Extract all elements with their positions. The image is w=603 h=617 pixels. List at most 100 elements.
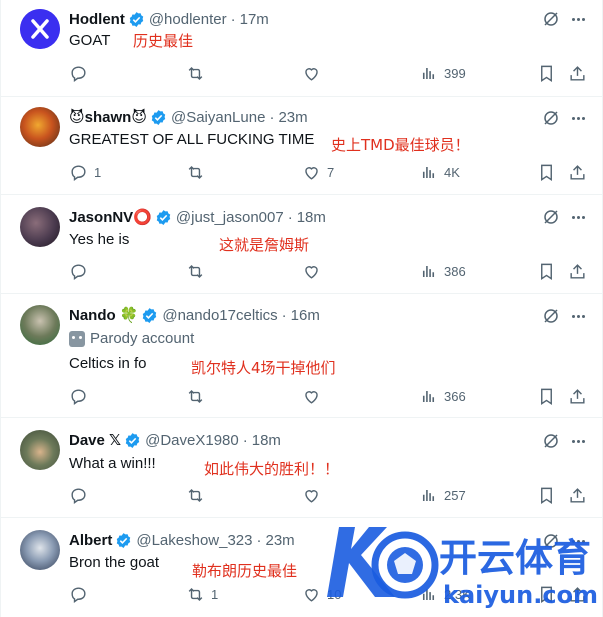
heart-icon bbox=[305, 67, 318, 81]
retweet-button[interactable] bbox=[186, 62, 211, 84]
views-button[interactable]: 4K bbox=[419, 161, 460, 183]
retweet-icon bbox=[188, 587, 203, 601]
translation-annotation: 史上TMD最佳球员！ bbox=[331, 136, 470, 154]
display-name[interactable]: Hodlent bbox=[69, 11, 125, 28]
more-options-icon[interactable] bbox=[569, 109, 587, 127]
grok-icon[interactable] bbox=[542, 208, 560, 226]
retweet-button[interactable] bbox=[186, 161, 211, 183]
view-count: 386 bbox=[444, 263, 466, 279]
display-name[interactable]: Nando bbox=[69, 307, 116, 324]
more-options-icon[interactable] bbox=[569, 432, 587, 450]
more-options-icon[interactable] bbox=[569, 208, 587, 226]
like-button[interactable] bbox=[302, 484, 327, 506]
share-icon bbox=[570, 164, 585, 180]
reply-button[interactable] bbox=[69, 583, 94, 605]
tweet-header: Hodlent @hodlenter · 17m bbox=[69, 9, 269, 29]
handle[interactable]: @just_jason007 bbox=[176, 209, 284, 226]
bookmark-button[interactable] bbox=[537, 161, 556, 183]
display-name[interactable]: JasonNV bbox=[69, 209, 133, 226]
retweet-icon bbox=[188, 488, 203, 502]
avatar[interactable] bbox=[20, 530, 60, 570]
display-name[interactable]: Albert bbox=[69, 532, 112, 549]
reply-button[interactable] bbox=[69, 484, 94, 506]
reply-button[interactable]: 1 bbox=[69, 161, 101, 183]
timestamp[interactable]: 16m bbox=[291, 307, 320, 324]
tweet[interactable]: Dave 𝕏 @DaveX1980 · 18m What a win!!! 如此… bbox=[1, 418, 602, 518]
retweet-button[interactable] bbox=[186, 484, 211, 506]
timestamp[interactable]: 18m bbox=[297, 209, 326, 226]
separator-dot: · bbox=[269, 108, 275, 126]
heart-icon bbox=[305, 588, 318, 602]
bookmark-button[interactable] bbox=[537, 62, 556, 84]
grok-icon[interactable] bbox=[542, 10, 560, 28]
views-button[interactable]: 386 bbox=[419, 260, 466, 282]
views-button[interactable]: 257 bbox=[419, 484, 466, 506]
separator-dot: · bbox=[281, 306, 287, 324]
retweet-button[interactable] bbox=[186, 260, 211, 282]
share-button[interactable] bbox=[568, 62, 587, 84]
share-icon bbox=[570, 65, 585, 81]
like-button[interactable] bbox=[302, 260, 327, 282]
tweet[interactable]: JasonNV ⭕ @just_jason007 · 18m Yes he is… bbox=[1, 195, 602, 294]
bookmark-button[interactable] bbox=[537, 260, 556, 282]
timestamp[interactable]: 17m bbox=[240, 11, 269, 28]
bookmark-button[interactable] bbox=[537, 385, 556, 407]
display-name[interactable]: shawn bbox=[85, 109, 132, 126]
handle[interactable]: @Lakeshow_323 bbox=[136, 532, 252, 549]
translation-annotation: 勒布朗历史最佳 bbox=[192, 562, 298, 580]
tweet-text: Bron the goat bbox=[69, 554, 160, 571]
tweet-header: 😈 shawn 😈 @SaiyanLune · 23m bbox=[69, 107, 308, 127]
tweet[interactable]: Nando 🍀 @nando17celtics · 16m Parody acc… bbox=[1, 294, 602, 418]
handle[interactable]: @DaveX1980 bbox=[145, 432, 239, 449]
handle[interactable]: @SaiyanLune bbox=[171, 109, 265, 126]
avatar[interactable] bbox=[20, 207, 60, 247]
reply-button[interactable] bbox=[69, 62, 94, 84]
share-button[interactable] bbox=[568, 484, 587, 506]
avatar[interactable] bbox=[20, 305, 60, 345]
reply-icon bbox=[71, 487, 86, 504]
display-name[interactable]: Dave 𝕏 bbox=[69, 431, 121, 449]
name-emoji-left: 😈 bbox=[69, 109, 85, 126]
tweet[interactable]: 😈 shawn 😈 @SaiyanLune · 23m GREATEST OF … bbox=[1, 97, 602, 195]
more-options-icon[interactable] bbox=[569, 307, 587, 325]
timestamp[interactable]: 23m bbox=[278, 109, 307, 126]
tweet-header: JasonNV ⭕ @just_jason007 · 18m bbox=[69, 207, 326, 227]
more-options-icon[interactable] bbox=[569, 10, 587, 28]
reply-button[interactable] bbox=[69, 260, 94, 282]
view-count: 4K bbox=[444, 164, 460, 180]
retweet-button[interactable] bbox=[186, 385, 211, 407]
translation-annotation: 凯尔特人4场干掉他们 bbox=[191, 359, 336, 377]
verified-badge-icon bbox=[125, 432, 140, 448]
timestamp[interactable]: 23m bbox=[265, 532, 294, 549]
tweet[interactable]: Hodlent @hodlenter · 17m GOAT 历史最佳 399 bbox=[1, 0, 602, 97]
handle[interactable]: @hodlenter bbox=[149, 11, 227, 28]
retweet-button[interactable]: 1 bbox=[186, 583, 218, 605]
watermark-brand: 开云体育 bbox=[439, 536, 591, 580]
translation-annotation: 如此伟大的胜利！！ bbox=[204, 460, 340, 478]
like-button[interactable] bbox=[302, 385, 327, 407]
avatar[interactable] bbox=[20, 430, 60, 470]
retweet-count: 1 bbox=[211, 586, 219, 602]
bookmark-icon bbox=[541, 263, 552, 280]
grok-icon[interactable] bbox=[542, 307, 560, 325]
share-button[interactable] bbox=[568, 260, 587, 282]
views-button[interactable]: 399 bbox=[419, 62, 466, 84]
avatar[interactable] bbox=[20, 9, 60, 49]
grok-icon[interactable] bbox=[542, 432, 560, 450]
share-button[interactable] bbox=[568, 385, 587, 407]
bookmark-button[interactable] bbox=[537, 484, 556, 506]
parody-label: Parody account bbox=[69, 330, 194, 347]
like-button[interactable] bbox=[302, 62, 327, 84]
heart-icon bbox=[305, 489, 318, 503]
name-emoji: ⭕ bbox=[133, 209, 152, 226]
avatar[interactable] bbox=[20, 107, 60, 147]
analytics-icon bbox=[422, 489, 435, 501]
views-button[interactable]: 366 bbox=[419, 385, 466, 407]
grok-icon[interactable] bbox=[542, 109, 560, 127]
timestamp[interactable]: 18m bbox=[252, 432, 281, 449]
tweet-header: Nando 🍀 @nando17celtics · 16m bbox=[69, 305, 320, 325]
reply-button[interactable] bbox=[69, 385, 94, 407]
like-button[interactable]: 7 bbox=[302, 161, 334, 183]
handle[interactable]: @nando17celtics bbox=[162, 307, 277, 324]
share-button[interactable] bbox=[568, 161, 587, 183]
